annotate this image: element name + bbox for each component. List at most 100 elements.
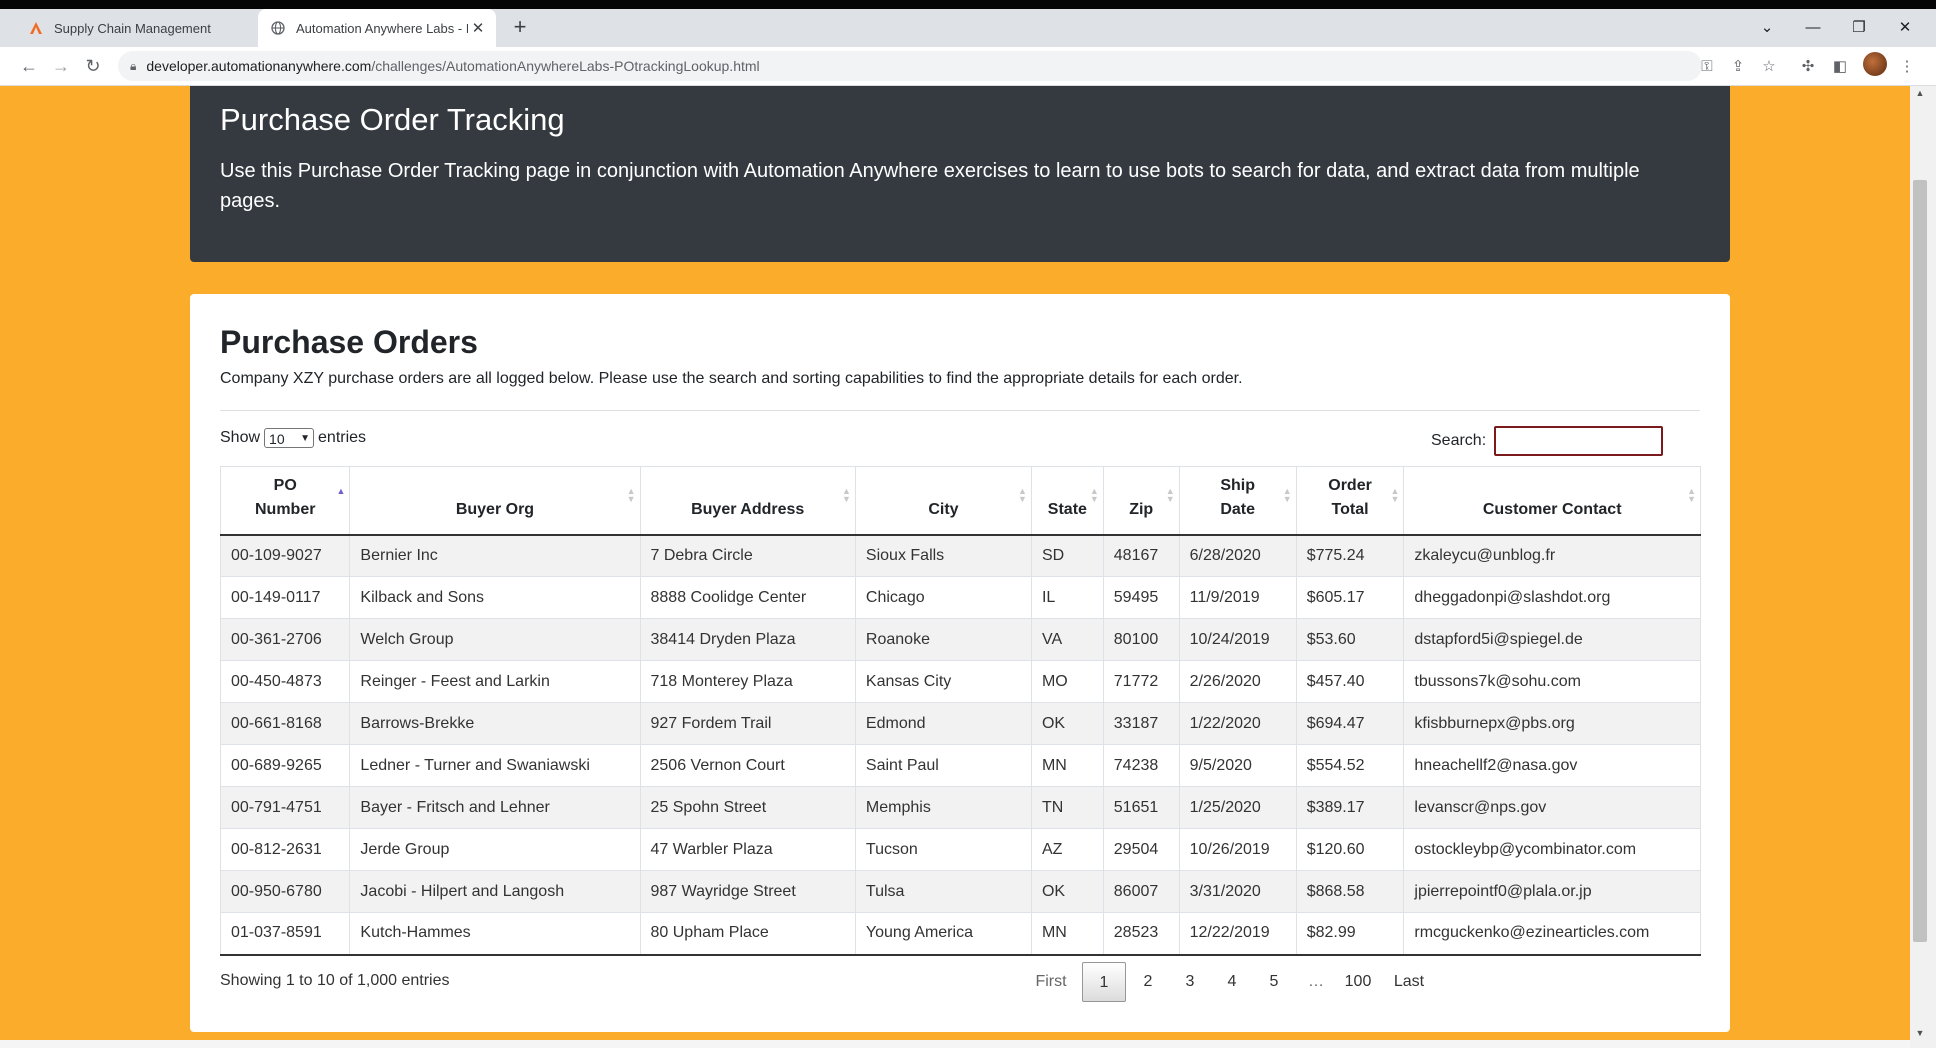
table-row: 00-791-4751 Bayer - Fritsch and Lehner 25 …: [219, 786, 1701, 829]
sort-arrows-icon: ▲ ▼: [842, 486, 851, 504]
chevron-down-icon: ▼: [300, 433, 311, 444]
table-cell: AZ: [1030, 828, 1104, 871]
share-icon[interactable]: ⇪: [1727, 56, 1749, 78]
bookmark-star-icon[interactable]: ☆: [1758, 56, 1780, 78]
table-cell: 80100: [1102, 618, 1180, 661]
column-header-buyer-org[interactable]: Buyer Org ▲ ▼: [349, 466, 641, 536]
scrollbar-thumb[interactable]: [1913, 180, 1927, 942]
page-button-2[interactable]: 2: [1128, 962, 1168, 1002]
column-header-date[interactable]: Ship Date ▲ ▼: [1178, 466, 1297, 536]
globe-icon: [270, 20, 286, 36]
table-cell: Jacobi - Hilpert and Langosh: [349, 870, 641, 913]
table-cell: 00-149-0117: [219, 576, 351, 619]
table-row: 00-361-2706 Welch Group 38414 Dryden Plaza…: [219, 618, 1701, 661]
close-window-button[interactable]: ✕: [1882, 9, 1928, 47]
table-cell: 47 Warbler Plaza: [639, 828, 856, 871]
automation-anywhere-logo-icon: [28, 20, 44, 36]
table-cell: Kilback and Sons: [349, 576, 641, 619]
column-header-number[interactable]: PO Number ▲: [219, 466, 351, 536]
page-button-100[interactable]: 100: [1338, 962, 1378, 1002]
scroll-down-arrow-icon[interactable]: ▼: [1913, 1028, 1927, 1042]
browser-toolbar: ← → ↻ 🔒︎ developer.automationanywhere.co…: [0, 47, 1936, 86]
table-cell: Ledner - Turner and Swaniawski: [349, 744, 641, 787]
menu-dots-icon[interactable]: ⋮: [1896, 56, 1918, 78]
column-header-buyer-address[interactable]: Buyer Address ▲ ▼: [639, 466, 856, 536]
table-row: 00-689-9265 Ledner - Turner and Swaniawsk…: [219, 744, 1701, 787]
sort-arrows-icon: ▲ ▼: [1089, 486, 1099, 504]
close-tab-icon[interactable]: ✕: [468, 19, 488, 37]
column-header-state[interactable]: State ▲ ▼: [1030, 466, 1104, 536]
table-cell: $775.24: [1295, 534, 1405, 577]
page-button-last[interactable]: Last: [1389, 962, 1429, 1002]
page-button-first[interactable]: First: [1031, 962, 1071, 1002]
table-cell: 00-812-2631: [219, 828, 351, 871]
table-cell: 71772: [1102, 660, 1180, 703]
side-panel-icon[interactable]: ◧: [1829, 56, 1851, 78]
table-cell: MO: [1030, 660, 1104, 703]
table-row: 00-812-2631 Jerde Group 47 Warbler Plaza Tu…: [219, 828, 1701, 871]
address-bar[interactable]: 🔒︎ developer.automationanywhere.com/chal…: [118, 51, 1702, 81]
extensions-puzzle-icon[interactable]: ✣: [1797, 56, 1819, 78]
table-cell: dstapford5i@spiegel.de: [1403, 618, 1701, 661]
search-input[interactable]: [1494, 426, 1664, 456]
table-cell: 3/31/2020: [1178, 870, 1297, 913]
page-button-1[interactable]: 1: [1082, 962, 1126, 1002]
table-cell: 74238: [1102, 744, 1180, 787]
minimize-button[interactable]: —: [1790, 9, 1836, 47]
table-cell: VA: [1030, 618, 1104, 661]
show-label: Show: [220, 429, 261, 446]
page-button-5[interactable]: 5: [1254, 962, 1294, 1002]
table-row: 00-950-6780 Jacobi - Hilpert and Langosh 9…: [219, 870, 1701, 913]
table-cell: 48167: [1102, 534, 1180, 577]
table-cell: $389.17: [1295, 786, 1405, 829]
lock-icon: 🔒︎: [130, 58, 137, 73]
table-cell: SD: [1030, 534, 1104, 577]
back-arrow-icon[interactable]: ←: [14, 51, 44, 81]
tab-search-chevron-icon[interactable]: ⌄: [1744, 9, 1790, 47]
table-row: 01-037-8591 Kutch-Hammes 80 Upham Place You…: [219, 912, 1701, 956]
table-cell: Bayer - Fritsch and Lehner: [349, 786, 641, 829]
table-cell: 10/26/2019: [1178, 828, 1297, 871]
key-icon[interactable]: ⚿: [1696, 56, 1718, 78]
table-cell: 00-450-4873: [219, 660, 351, 703]
table-cell: dheggadonpi@slashdot.org: [1403, 576, 1701, 619]
table-cell: 00-791-4751: [219, 786, 351, 829]
table-cell: 11/9/2019: [1178, 576, 1297, 619]
table-cell: 987 Wayridge Street: [639, 870, 856, 913]
entries-select[interactable]: 10 ▼: [264, 428, 315, 448]
table-cell: 10/24/2019: [1178, 618, 1297, 661]
page-button-4[interactable]: 4: [1212, 962, 1252, 1002]
table-cell: Barrows-Brekke: [349, 702, 641, 745]
table-cell: 25 Spohn Street: [639, 786, 856, 829]
table-cell: Saint Paul: [854, 744, 1032, 787]
page-button-ellipsis: …: [1308, 973, 1324, 990]
url-text: developer.automationanywhere.com/challen…: [146, 58, 760, 74]
column-header-zip[interactable]: Zip ▲ ▼: [1102, 466, 1180, 536]
table-row: 00-109-9027 Bernier Inc 7 Debra Circle Siou…: [219, 534, 1701, 577]
table-cell: 00-661-8168: [219, 702, 351, 745]
table-cell: 927 Fordem Trail: [639, 702, 856, 745]
search-label: Search:: [1431, 432, 1487, 449]
browser-tab-supply-chain[interactable]: Supply Chain Management: [16, 9, 254, 47]
table-cell: $605.17: [1295, 576, 1405, 619]
sort-arrows-icon: ▲ ▼: [1390, 486, 1400, 504]
page-button-3[interactable]: 3: [1170, 962, 1210, 1002]
restore-button[interactable]: ❐: [1836, 9, 1882, 47]
browser-tab-po-tracking[interactable]: Automation Anywhere Labs - PO ✕: [258, 9, 496, 47]
column-header-total[interactable]: Order Total ▲ ▼: [1295, 466, 1405, 536]
tab-title: Automation Anywhere Labs - PO: [296, 20, 468, 36]
search-control: Search:: [1431, 426, 1664, 456]
new-tab-button[interactable]: +: [506, 13, 534, 41]
forward-arrow-icon[interactable]: →: [46, 51, 76, 81]
reload-icon[interactable]: ↻: [78, 51, 108, 81]
table-cell: 12/22/2019: [1178, 912, 1297, 956]
scroll-up-arrow-icon[interactable]: ▲: [1913, 88, 1927, 102]
table-cell: levanscr@nps.gov: [1403, 786, 1701, 829]
table-cell: jpierrepointf0@plala.or.jp: [1403, 870, 1701, 913]
column-header-city[interactable]: City ▲ ▼: [854, 466, 1032, 536]
hero-banner: Purchase Order Tracking Use this Purchas…: [190, 86, 1730, 262]
table-cell: 80 Upham Place: [639, 912, 856, 956]
column-header-customer-contact[interactable]: Customer Contact ▲ ▼: [1403, 466, 1701, 536]
profile-avatar[interactable]: [1863, 52, 1887, 76]
table-cell: Tulsa: [854, 870, 1032, 913]
